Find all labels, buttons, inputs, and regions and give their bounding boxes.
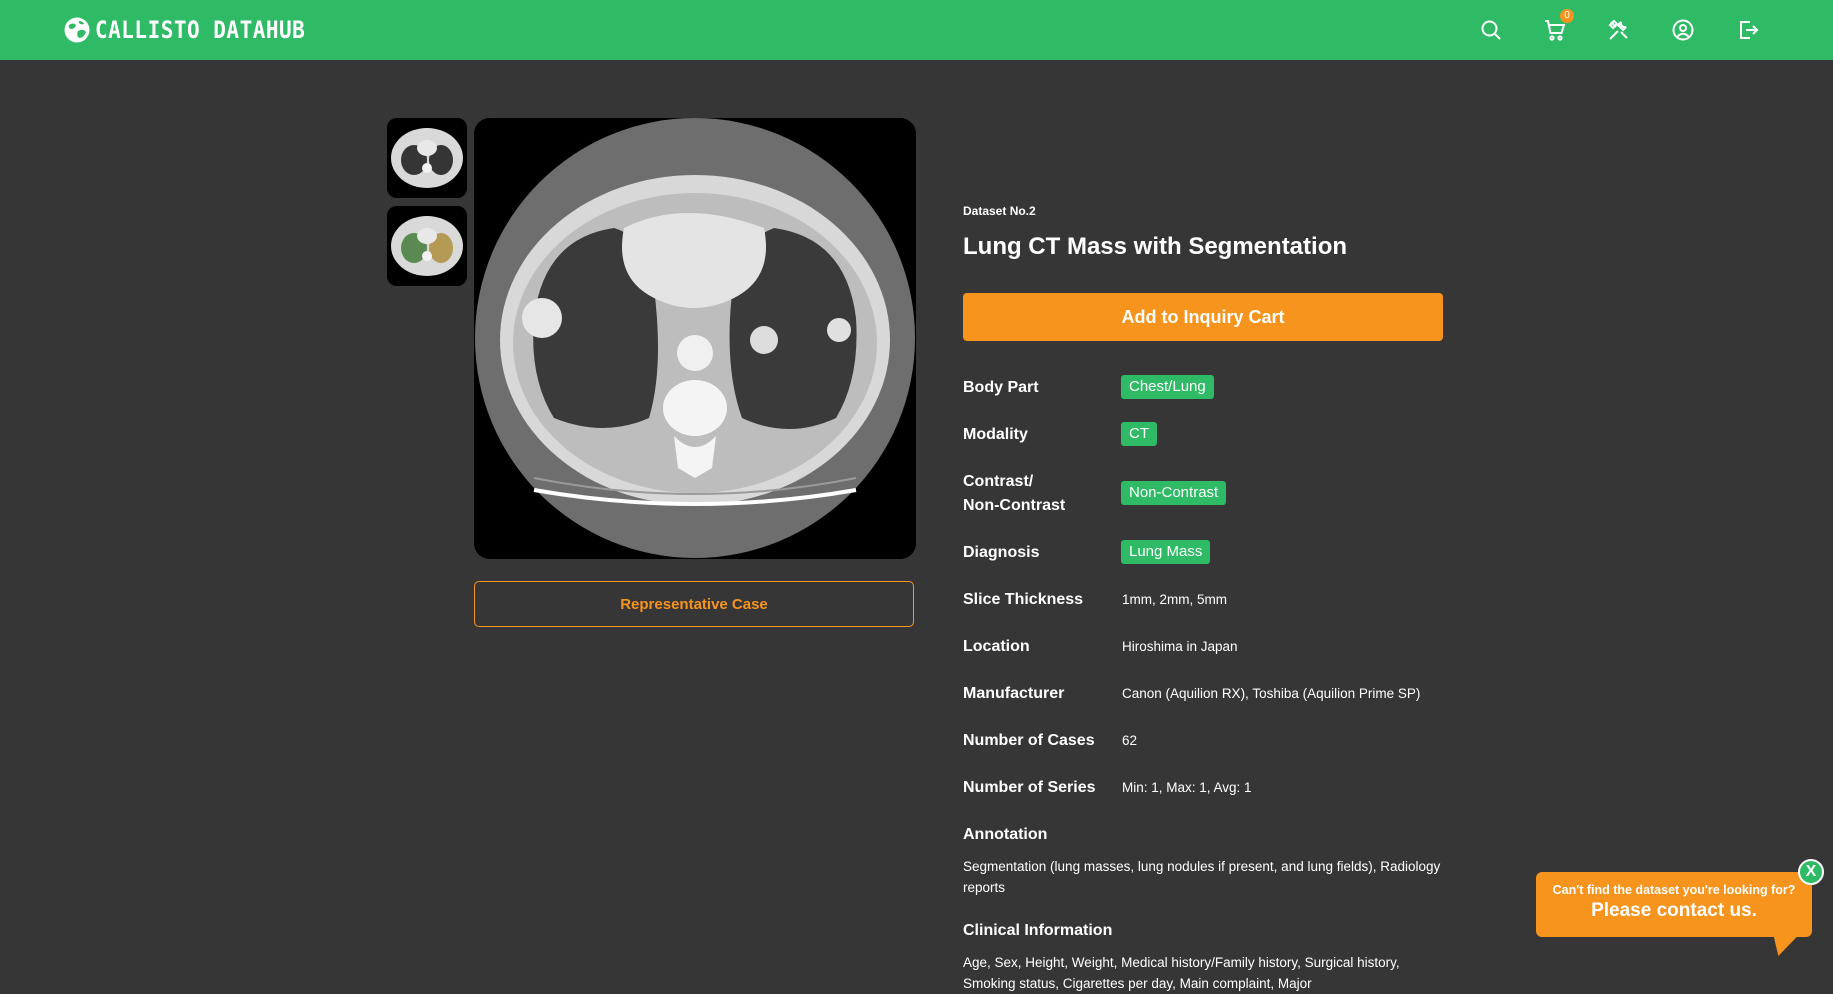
cart-count-badge: 0: [1560, 9, 1574, 23]
contrast-label-line2: Non-Contrast: [963, 497, 1066, 514]
body-part-tag: Chest/Lung: [1121, 375, 1214, 399]
number-of-series-label: Number of Series: [963, 779, 1096, 796]
main-ct-image: [474, 118, 916, 559]
brand-name: CALLISTO DATAHUB: [95, 16, 306, 44]
search-button[interactable]: [1474, 13, 1508, 47]
diagnosis-tag: Lung Mass: [1121, 540, 1211, 564]
logout-icon: [1740, 21, 1759, 39]
tools-icon: [1608, 19, 1628, 40]
globe-logo-icon: [64, 17, 90, 43]
contact-prompt: Can't find the dataset you're looking fo…: [1552, 883, 1796, 897]
number-of-series-value: Min: 1, Max: 1, Avg: 1: [1122, 780, 1252, 795]
clinical-information-text: Age, Sex, Height, Weight, Medical histor…: [963, 955, 1400, 991]
modality-label: Modality: [963, 426, 1028, 443]
manufacturer-label: Manufacturer: [963, 685, 1065, 702]
number-of-cases-label: Number of Cases: [963, 732, 1095, 749]
ct-scan-thumbnail[interactable]: [387, 118, 467, 198]
manufacturer-value: Canon (Aquilion RX), Toshiba (Aquilion P…: [1122, 686, 1421, 701]
clinical-information-heading: Clinical Information: [963, 922, 1113, 939]
number-of-cases-value: 62: [1122, 733, 1138, 748]
representative-case-button[interactable]: Representative Case: [474, 581, 914, 627]
modality-tag: CT: [1121, 422, 1157, 446]
annotation-text: Segmentation (lung masses, lung nodules …: [963, 859, 1441, 895]
dataset-number: Dataset No.2: [963, 204, 1036, 218]
dataset-title: Lung CT Mass with Segmentation: [963, 233, 1348, 260]
user-icon: [1672, 19, 1694, 41]
ct-scan-image: [474, 118, 916, 559]
ct-scan-thumbnail-image: [387, 118, 467, 198]
location-label: Location: [963, 638, 1030, 655]
tools-button[interactable]: [1602, 13, 1636, 47]
slice-thickness-label: Slice Thickness: [963, 591, 1084, 608]
contact-us-widget[interactable]: Can't find the dataset you're looking fo…: [1536, 872, 1812, 937]
segmentation-thumbnail[interactable]: [387, 206, 467, 286]
contact-bubble-tail: [1766, 936, 1798, 956]
contact-close-button[interactable]: X: [1798, 859, 1824, 885]
search-icon: [1481, 20, 1501, 40]
add-to-inquiry-cart-button[interactable]: Add to Inquiry Cart: [963, 293, 1443, 341]
top-navigation-bar: CALLISTO DATAHUB 0: [0, 0, 1833, 60]
diagnosis-label: Diagnosis: [963, 544, 1040, 561]
annotation-heading: Annotation: [963, 826, 1048, 843]
body-part-label: Body Part: [963, 379, 1039, 396]
cart-button[interactable]: 0: [1538, 9, 1574, 47]
slice-thickness-value: 1mm, 2mm, 5mm: [1122, 592, 1228, 607]
contrast-tag: Non-Contrast: [1121, 481, 1227, 505]
contrast-label-line1: Contrast/: [963, 473, 1034, 490]
logout-button[interactable]: [1731, 13, 1765, 47]
user-account-button[interactable]: [1666, 13, 1700, 47]
location-value: Hiroshima in Japan: [1122, 639, 1238, 654]
contact-cta: Please contact us.: [1591, 900, 1757, 921]
brand-logo[interactable]: CALLISTO DATAHUB: [63, 15, 305, 45]
segmentation-thumbnail-image: [387, 206, 467, 286]
